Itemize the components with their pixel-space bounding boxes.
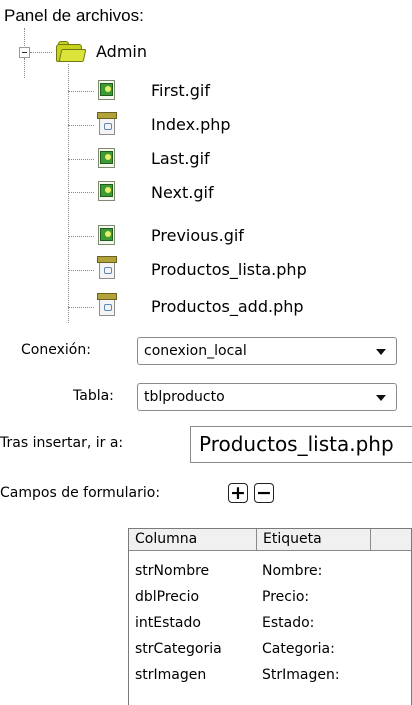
tree-file-next-gif[interactable]: Next.gif [151,183,214,202]
php-file-icon [97,256,117,279]
php-file-icon [97,293,117,316]
table-cell-columna[interactable]: strCategoria [135,641,222,657]
file-tree: Admin First.gif Index.php Last.gif Next.… [0,28,412,323]
minus-icon: − [256,482,272,504]
tree-folder-admin[interactable]: Admin [96,42,147,61]
tree-file-index-php[interactable]: Index.php [151,115,231,134]
tree-file-productos-lista-php[interactable]: Productos_lista.php [151,260,307,279]
form-fields-label: Campos de formulario: [0,485,161,501]
table-cell-columna[interactable]: strNombre [135,563,209,579]
panel-title: Panel de archivos: [4,6,144,25]
remove-field-button[interactable]: − [254,482,274,504]
table-cell-columna[interactable]: dblPrecio [135,589,199,605]
after-insert-label: Tras insertar, ir a: [0,435,124,451]
table-cell-etiqueta[interactable]: Nombre: [262,563,322,579]
collapse-toggle-icon[interactable] [19,47,30,58]
gif-file-icon [97,147,117,170]
tree-file-first-gif[interactable]: First.gif [151,81,210,100]
tree-file-previous-gif[interactable]: Previous.gif [151,226,244,245]
column-header-columna[interactable]: Columna [129,529,257,551]
folder-icon [56,41,87,63]
plus-icon: + [230,482,246,504]
connection-select[interactable]: conexion_local [137,337,397,365]
table-select[interactable]: tblproducto [137,383,397,411]
table-select-value: tblproducto [144,389,225,405]
column-header-empty [371,529,411,551]
after-insert-input[interactable]: Productos_lista.php [190,426,412,463]
gif-file-icon [97,79,117,102]
table-cell-columna[interactable]: intEstado [135,615,201,631]
tree-file-productos-add-php[interactable]: Productos_add.php [151,297,304,316]
chevron-down-icon [376,395,386,401]
table-label: Tabla: [73,388,114,404]
column-header-etiqueta[interactable]: Etiqueta [257,529,371,551]
fields-table: Columna Etiqueta strNombre Nombre: dblPr… [128,528,412,705]
table-cell-etiqueta[interactable]: Estado: [262,615,314,631]
table-cell-columna[interactable]: strImagen [135,667,206,683]
table-cell-etiqueta[interactable]: Precio: [262,589,309,605]
table-cell-etiqueta[interactable]: Categoria: [262,641,335,657]
gif-file-icon [97,224,117,247]
tree-file-last-gif[interactable]: Last.gif [151,149,210,168]
gif-file-icon [97,180,117,203]
add-field-button[interactable]: + [228,482,248,504]
table-cell-etiqueta[interactable]: StrImagen: [262,667,340,683]
after-insert-input-value: Productos_lista.php [199,432,394,456]
connection-select-value: conexion_local [144,343,247,359]
chevron-down-icon [376,349,386,355]
php-file-icon [97,112,117,135]
connection-label: Conexión: [21,342,91,358]
